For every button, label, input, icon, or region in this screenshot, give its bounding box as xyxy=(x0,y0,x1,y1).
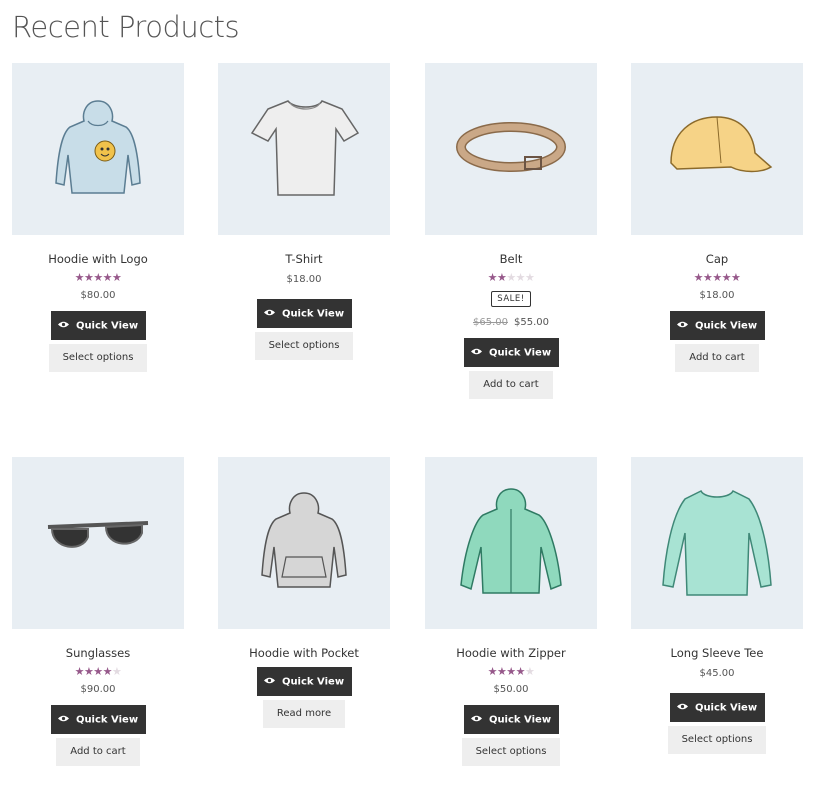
product-name[interactable]: Long Sleeve Tee xyxy=(631,646,803,660)
product-price: $80.00 xyxy=(80,290,116,301)
sunglasses-icon xyxy=(47,521,149,548)
eye-icon xyxy=(676,693,688,722)
product-card: Long Sleeve Tee $45.00 Quick View Select… xyxy=(631,457,803,754)
eye-icon xyxy=(263,667,275,696)
product-name[interactable]: Hoodie with Logo xyxy=(12,252,184,266)
product-name[interactable]: Hoodie with Zipper xyxy=(425,646,597,660)
belt-icon xyxy=(456,122,566,172)
hoodie-zipper-icon xyxy=(460,488,562,594)
product-image[interactable] xyxy=(631,63,803,235)
select-options-button[interactable]: Select options xyxy=(667,726,767,754)
add-to-cart-button[interactable]: Add to cart xyxy=(56,738,140,766)
product-image[interactable] xyxy=(12,63,184,235)
quick-view-label: Quick View xyxy=(488,714,552,726)
select-options-button[interactable]: Select options xyxy=(48,344,148,372)
quick-view-button[interactable]: Quick View xyxy=(463,338,559,367)
product-price: $65.00 $55.00 xyxy=(425,317,597,329)
product-image[interactable] xyxy=(425,457,597,629)
quick-view-button[interactable]: Quick View xyxy=(50,311,146,340)
product-image[interactable] xyxy=(12,457,184,629)
product-name[interactable]: Cap xyxy=(631,252,803,266)
star-rating: ★★★★★ xyxy=(693,271,741,284)
product-price: $45.00 xyxy=(699,668,735,679)
hoodie-pocket-icon xyxy=(261,492,347,588)
product-price: $90.00 xyxy=(80,684,116,695)
quick-view-button[interactable]: Quick View xyxy=(50,705,146,734)
sale-badge: SALE! xyxy=(491,291,531,307)
eye-icon xyxy=(470,338,482,367)
eye-icon xyxy=(470,705,482,734)
product-name[interactable]: Hoodie with Pocket xyxy=(218,646,390,660)
product-card: Belt ★★★★★ SALE! $65.00 $55.00 Quick View… xyxy=(425,63,597,399)
product-card: Sunglasses ★★★★★ $90.00 Quick View Add t… xyxy=(12,457,184,766)
quick-view-label: Quick View xyxy=(75,320,139,332)
product-price: $18.00 xyxy=(699,290,735,301)
sale-price: $55.00 xyxy=(514,317,549,328)
quick-view-button[interactable]: Quick View xyxy=(256,299,352,328)
page-title: Recent Products xyxy=(12,10,240,44)
hoodie-logo-icon xyxy=(55,100,141,194)
product-image[interactable] xyxy=(425,63,597,235)
quick-view-label: Quick View xyxy=(75,714,139,726)
add-to-cart-button[interactable]: Add to cart xyxy=(469,371,553,399)
add-to-cart-button[interactable]: Add to cart xyxy=(675,344,759,372)
star-rating: ★★★★★ xyxy=(74,665,122,678)
eye-icon xyxy=(57,705,69,734)
product-card: Hoodie with Pocket Quick View Read more xyxy=(218,457,390,728)
quick-view-button[interactable]: Quick View xyxy=(463,705,559,734)
product-name[interactable]: Sunglasses xyxy=(12,646,184,660)
eye-icon xyxy=(676,311,688,340)
product-card: Hoodie with Logo ★★★★★ $80.00 Quick View… xyxy=(12,63,184,372)
long-sleeve-tee-icon xyxy=(662,489,772,596)
quick-view-label: Quick View xyxy=(281,676,345,688)
product-name[interactable]: T-Shirt xyxy=(218,252,390,266)
eye-icon xyxy=(57,311,69,340)
quick-view-button[interactable]: Quick View xyxy=(669,311,765,340)
quick-view-button[interactable]: Quick View xyxy=(669,693,765,722)
quick-view-label: Quick View xyxy=(694,320,758,332)
product-card: Cap ★★★★★ $18.00 Quick View Add to cart xyxy=(631,63,803,372)
product-image[interactable] xyxy=(218,457,390,629)
star-rating: ★★★★★ xyxy=(487,665,535,678)
select-options-button[interactable]: Select options xyxy=(254,332,354,360)
star-rating: ★★★★★ xyxy=(487,271,535,284)
old-price: $65.00 xyxy=(473,317,508,328)
product-price: $18.00 xyxy=(286,274,322,285)
t-shirt-icon xyxy=(250,100,360,196)
select-options-button[interactable]: Select options xyxy=(461,738,561,766)
product-card: Hoodie with Zipper ★★★★★ $50.00 Quick Vi… xyxy=(425,457,597,766)
read-more-button[interactable]: Read more xyxy=(262,700,346,728)
quick-view-button[interactable]: Quick View xyxy=(256,667,352,696)
product-image[interactable] xyxy=(631,457,803,629)
star-rating: ★★★★★ xyxy=(74,271,122,284)
quick-view-label: Quick View xyxy=(694,702,758,714)
cap-icon xyxy=(670,116,773,173)
quick-view-label: Quick View xyxy=(281,308,345,320)
product-price: $50.00 xyxy=(493,684,529,695)
product-image[interactable] xyxy=(218,63,390,235)
quick-view-label: Quick View xyxy=(488,347,552,359)
eye-icon xyxy=(263,299,275,328)
product-name[interactable]: Belt xyxy=(425,252,597,266)
product-card: T-Shirt $18.00 Quick View Select options xyxy=(218,63,390,360)
